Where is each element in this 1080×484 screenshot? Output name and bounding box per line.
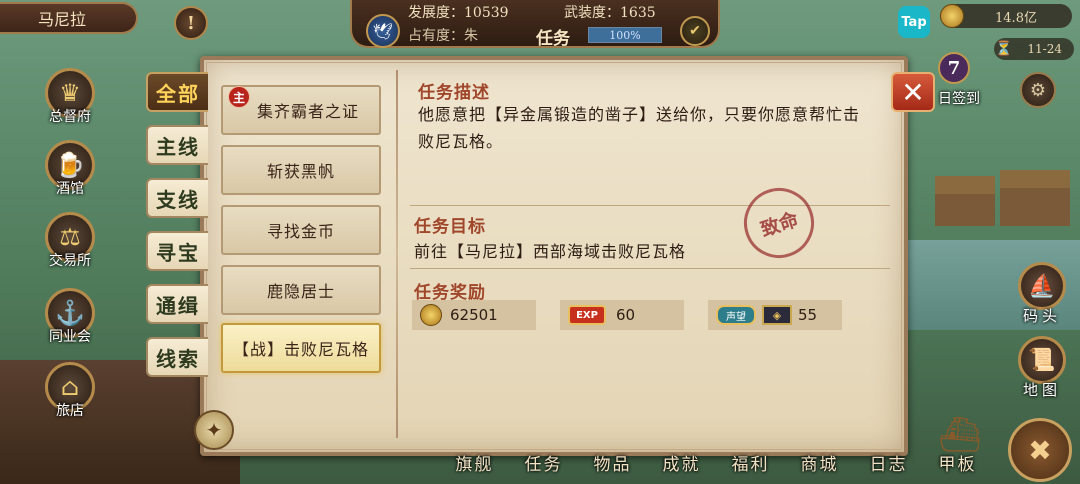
reward-exp: EXP 60 (560, 300, 684, 330)
compass-icon: ✦ (194, 410, 234, 450)
quest-item[interactable]: 寻找金币 (221, 205, 381, 255)
building-label: 同业会 (49, 329, 91, 345)
development-stat: 发展度：10539 (408, 5, 509, 21)
building-tavern[interactable]: 🍺 酒馆 (38, 126, 102, 197)
hut-building (935, 176, 995, 226)
building-exchange[interactable]: ⚖ 交易所 (38, 198, 102, 269)
building-label: 交易所 (49, 253, 91, 269)
gold-coin-icon (420, 304, 442, 326)
nav-welfare[interactable]: 福利 (716, 450, 785, 484)
panel-divider (396, 70, 398, 438)
reward-value: 62501 (450, 306, 498, 324)
dock-button[interactable]: ⛵ 码头 (1012, 256, 1072, 325)
dove-emblem-icon[interactable]: 🕊 (366, 14, 400, 48)
city-name[interactable]: 马尼拉 (0, 2, 138, 34)
check-emblem-icon[interactable]: ✔ (680, 16, 710, 46)
building-inn[interactable]: ⌂ 旅店 (38, 348, 102, 419)
tab-side[interactable]: 支线 (146, 178, 208, 218)
reward-value: 60 (616, 306, 636, 324)
nav-shop[interactable]: 商城 (785, 450, 854, 484)
military-stat: 武装度：1635 (564, 5, 656, 21)
reward-value: 55 (798, 306, 818, 324)
building-label: 酒馆 (56, 181, 84, 197)
nav-tasks[interactable]: 任务 (509, 450, 578, 484)
nav-flagship[interactable]: 旗舰 (440, 450, 509, 484)
hourglass-icon: ⏳ (995, 41, 1013, 57)
progress-text: 100% (609, 28, 641, 42)
quest-name: 集齐霸者之证 (256, 102, 359, 121)
nav-items[interactable]: 物品 (578, 450, 647, 484)
crossed-swords-icon[interactable]: ✖ (1008, 418, 1072, 482)
reward-reputation: 声望 ◈ 55 (708, 300, 842, 330)
tab-all[interactable]: 全部 (146, 72, 208, 112)
signin-count-badge[interactable]: 7 (938, 52, 970, 84)
quest-name: 寻找金币 (266, 222, 335, 241)
quest-item[interactable]: 斩获黑帆 (221, 145, 381, 195)
building-governor[interactable]: ♛ 总督府 (38, 54, 102, 125)
map-label: 地图 (1022, 381, 1061, 399)
signin-label[interactable]: 日签到 (938, 88, 980, 108)
building-label: 总督府 (49, 109, 91, 125)
map-button[interactable]: 📜 地图 (1012, 330, 1072, 399)
occupancy-progress: 100% (588, 27, 662, 43)
occupancy-stat: 占有度：朱 (408, 28, 478, 44)
bottom-nav: 旗舰 任务 物品 成就 福利 商城 日志 甲板 (440, 450, 1000, 484)
desc-text: 他愿意把【异金属锻造的凿子】送给你，只要你愿意帮忙击败尼瓦格。 (418, 105, 861, 151)
reward-gold: 62501 (412, 300, 536, 330)
quest-name: 【战】击败尼瓦格 (232, 340, 369, 359)
building-label: 旅店 (56, 403, 84, 419)
nav-log[interactable]: 日志 (854, 450, 923, 484)
dock-icon: ⛵ (1018, 262, 1066, 310)
dock-label: 码头 (1022, 307, 1061, 325)
tab-main[interactable]: 主线 (146, 125, 208, 165)
ship-icon[interactable]: ⛴ (932, 410, 988, 460)
tab-clues[interactable]: 线索 (146, 337, 208, 377)
gear-icon[interactable]: ⚙ (1020, 72, 1056, 108)
map-scroll-icon: 📜 (1018, 336, 1066, 384)
goal-title: 任务目标 (414, 217, 486, 237)
section-divider (410, 268, 890, 269)
nav-achievements[interactable]: 成就 (647, 450, 716, 484)
section-divider (410, 205, 890, 206)
hut-building (1000, 170, 1070, 226)
tab-wanted[interactable]: 通缉 (146, 284, 208, 324)
page-title: 任务 (536, 29, 570, 49)
close-button[interactable]: ✕ (891, 72, 935, 112)
quest-item-selected[interactable]: 【战】击败尼瓦格 (221, 323, 381, 373)
reputation-icon: 声望 (716, 305, 756, 325)
exp-icon: EXP (568, 305, 606, 325)
tap-icon[interactable]: Tap (898, 6, 930, 38)
main-quest-badge: 主 (228, 86, 250, 108)
goal-text: 前往【马尼拉】西部海域击败尼瓦格 (414, 242, 687, 261)
gold-coin-icon (940, 4, 964, 28)
reputation-badge-icon: ◈ (762, 305, 792, 325)
desc-title: 任务描述 (418, 83, 490, 103)
top-stats-panel (350, 0, 720, 48)
quest-name: 鹿隐居士 (266, 282, 335, 301)
building-guild[interactable]: ⚓ 同业会 (38, 274, 102, 345)
quest-item[interactable]: 鹿隐居士 (221, 265, 381, 315)
quest-name: 斩获黑帆 (266, 162, 335, 181)
alert-icon[interactable]: ! (174, 6, 208, 40)
tab-treasure[interactable]: 寻宝 (146, 231, 208, 271)
